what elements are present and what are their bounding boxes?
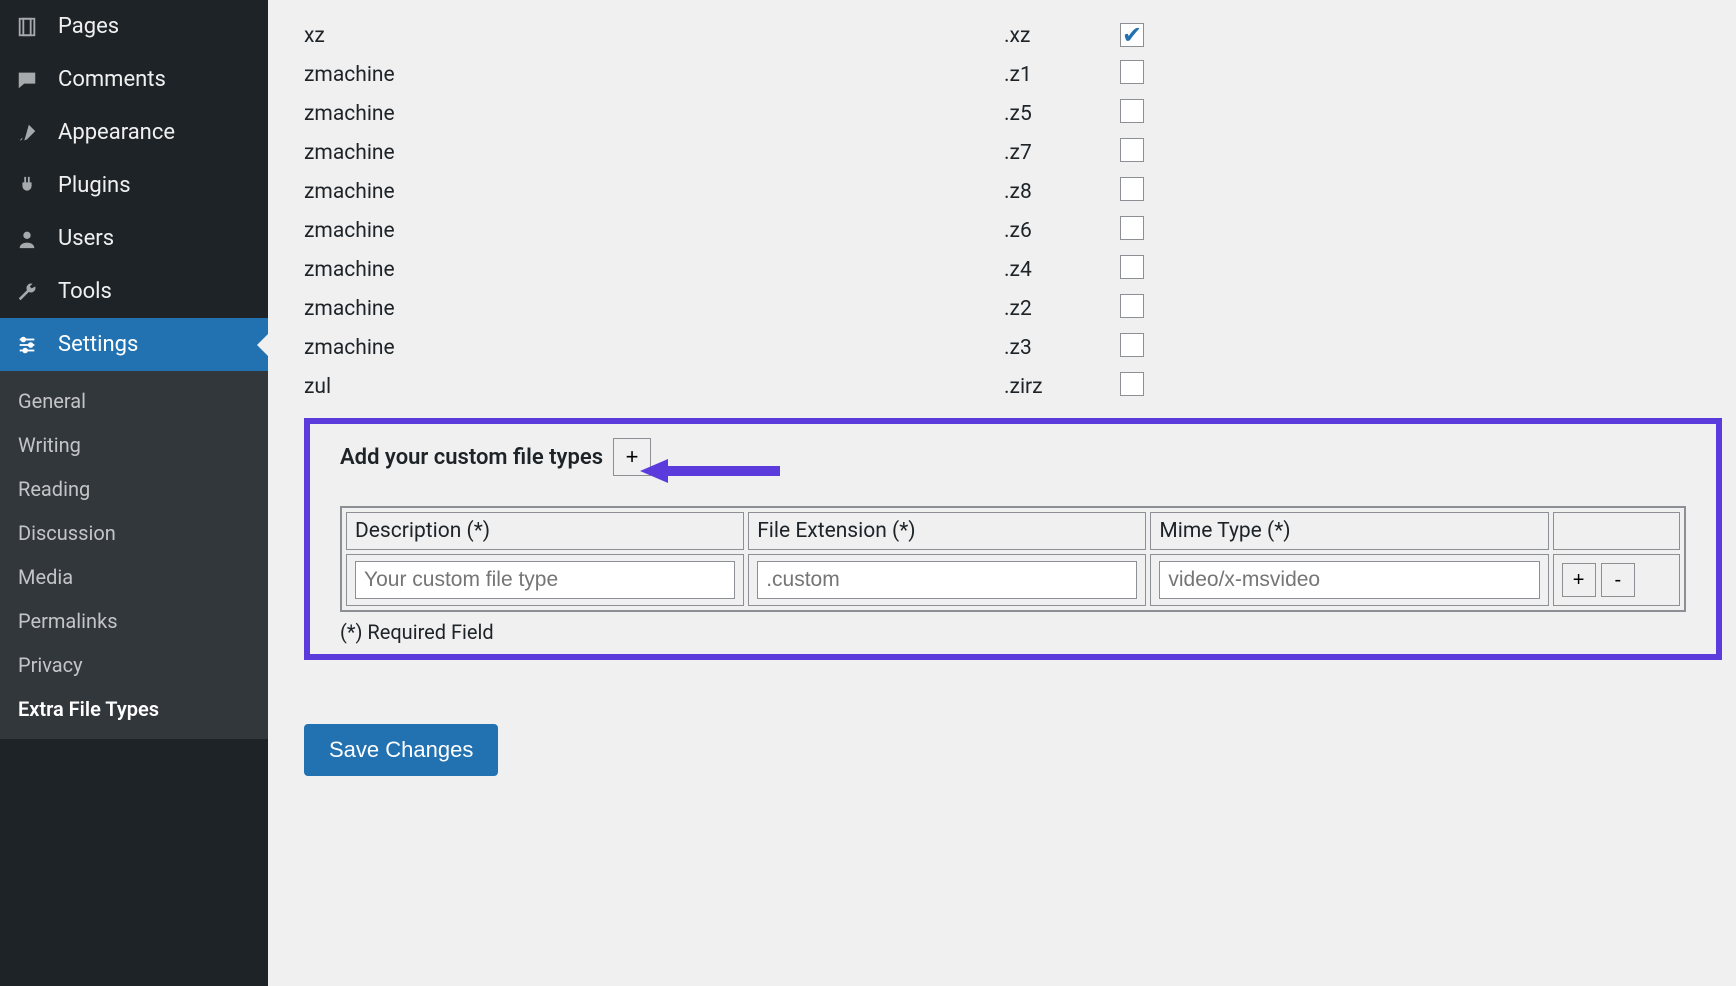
col-actions bbox=[1553, 512, 1680, 550]
sidebar-item-label: Tools bbox=[58, 279, 112, 304]
settings-submenu: GeneralWritingReadingDiscussionMediaPerm… bbox=[0, 371, 268, 739]
user-icon bbox=[16, 228, 46, 250]
sidebar-item-appearance[interactable]: Appearance bbox=[0, 106, 268, 159]
file-type-row: zmachine.z5 bbox=[304, 94, 1736, 133]
file-type-checkbox[interactable] bbox=[1120, 216, 1144, 240]
file-type-checkbox[interactable] bbox=[1120, 333, 1144, 357]
comment-icon bbox=[16, 69, 46, 91]
sidebar-item-label: Plugins bbox=[58, 173, 131, 198]
mime-input[interactable] bbox=[1159, 561, 1539, 599]
file-type-checkbox[interactable] bbox=[1120, 60, 1144, 84]
file-name-label: zmachine bbox=[304, 258, 1004, 282]
sidebar-item-label: Pages bbox=[58, 14, 119, 39]
sidebar-item-tools[interactable]: Tools bbox=[0, 265, 268, 318]
file-type-checkbox[interactable] bbox=[1120, 372, 1144, 396]
custom-file-types-box: Add your custom file types + Description… bbox=[304, 418, 1722, 660]
sliders-icon bbox=[16, 334, 46, 356]
required-field-note: (*) Required Field bbox=[340, 620, 1686, 644]
brush-icon bbox=[16, 122, 46, 144]
save-changes-button[interactable]: Save Changes bbox=[304, 724, 498, 776]
submenu-item-reading[interactable]: Reading bbox=[0, 467, 268, 511]
file-name-label: xz bbox=[304, 24, 1004, 48]
file-type-checkbox[interactable] bbox=[1120, 138, 1144, 162]
file-name-label: zmachine bbox=[304, 180, 1004, 204]
sidebar-item-label: Settings bbox=[58, 332, 138, 357]
submenu-item-permalinks[interactable]: Permalinks bbox=[0, 599, 268, 643]
file-type-row: zmachine.z6 bbox=[304, 211, 1736, 250]
file-ext-label: .z1 bbox=[1004, 63, 1120, 87]
main-content: xz.xz✔zmachine.z1zmachine.z5zmachine.z7z… bbox=[268, 0, 1736, 986]
file-type-checkbox[interactable] bbox=[1120, 255, 1144, 279]
file-name-label: zul bbox=[304, 375, 1004, 399]
file-ext-label: .zirz bbox=[1004, 375, 1120, 399]
custom-title-label: Add your custom file types bbox=[340, 445, 603, 470]
sidebar-item-users[interactable]: Users bbox=[0, 212, 268, 265]
file-type-row: zmachine.z2 bbox=[304, 289, 1736, 328]
sidebar-item-label: Appearance bbox=[58, 120, 175, 145]
file-name-label: zmachine bbox=[304, 297, 1004, 321]
file-ext-label: .z5 bbox=[1004, 102, 1120, 126]
col-extension: File Extension (*) bbox=[748, 512, 1146, 550]
row-remove-button[interactable]: - bbox=[1601, 563, 1635, 597]
row-add-button[interactable]: + bbox=[1562, 563, 1596, 597]
file-type-row: zmachine.z4 bbox=[304, 250, 1736, 289]
file-name-label: zmachine bbox=[304, 63, 1004, 87]
file-type-row: zul.zirz bbox=[304, 367, 1736, 406]
submenu-item-extra-file-types[interactable]: Extra File Types bbox=[0, 687, 268, 731]
file-type-row: zmachine.z3 bbox=[304, 328, 1736, 367]
file-ext-label: .xz bbox=[1004, 24, 1120, 48]
col-mime: Mime Type (*) bbox=[1150, 512, 1548, 550]
file-ext-label: .z3 bbox=[1004, 336, 1120, 360]
col-description: Description (*) bbox=[346, 512, 744, 550]
sidebar-item-comments[interactable]: Comments bbox=[0, 53, 268, 106]
admin-sidebar: Pages Comments Appearance Plugins Users Tools… bbox=[0, 0, 268, 986]
file-ext-label: .z6 bbox=[1004, 219, 1120, 243]
file-type-list: xz.xz✔zmachine.z1zmachine.z5zmachine.z7z… bbox=[304, 0, 1736, 406]
submenu-item-media[interactable]: Media bbox=[0, 555, 268, 599]
sidebar-item-label: Users bbox=[58, 226, 114, 251]
sidebar-item-pages[interactable]: Pages bbox=[0, 0, 268, 53]
submenu-item-privacy[interactable]: Privacy bbox=[0, 643, 268, 687]
submenu-item-discussion[interactable]: Discussion bbox=[0, 511, 268, 555]
file-type-row: xz.xz✔ bbox=[304, 16, 1736, 55]
file-ext-label: .z8 bbox=[1004, 180, 1120, 204]
file-type-row: zmachine.z7 bbox=[304, 133, 1736, 172]
file-type-checkbox[interactable] bbox=[1120, 99, 1144, 123]
submenu-item-general[interactable]: General bbox=[0, 379, 268, 423]
file-type-row: zmachine.z8 bbox=[304, 172, 1736, 211]
page-icon bbox=[16, 16, 46, 38]
custom-type-row: + - bbox=[346, 554, 1680, 606]
wrench-icon bbox=[16, 281, 46, 303]
file-type-row: zmachine.z1 bbox=[304, 55, 1736, 94]
sidebar-item-settings[interactable]: Settings bbox=[0, 318, 268, 371]
custom-file-types-heading: Add your custom file types + bbox=[340, 438, 1686, 476]
file-type-checkbox[interactable] bbox=[1120, 294, 1144, 318]
extension-input[interactable] bbox=[757, 561, 1137, 599]
file-type-checkbox[interactable]: ✔ bbox=[1120, 23, 1144, 47]
sidebar-item-plugins[interactable]: Plugins bbox=[0, 159, 268, 212]
file-name-label: zmachine bbox=[304, 336, 1004, 360]
file-ext-label: .z4 bbox=[1004, 258, 1120, 282]
add-custom-type-button[interactable]: + bbox=[613, 438, 651, 476]
custom-types-table: Description (*) File Extension (*) Mime … bbox=[340, 506, 1686, 612]
plug-icon bbox=[16, 175, 46, 197]
submenu-item-writing[interactable]: Writing bbox=[0, 423, 268, 467]
sidebar-item-label: Comments bbox=[58, 67, 166, 92]
description-input[interactable] bbox=[355, 561, 735, 599]
file-name-label: zmachine bbox=[304, 219, 1004, 243]
file-type-checkbox[interactable] bbox=[1120, 177, 1144, 201]
file-name-label: zmachine bbox=[304, 102, 1004, 126]
file-ext-label: .z7 bbox=[1004, 141, 1120, 165]
file-name-label: zmachine bbox=[304, 141, 1004, 165]
file-ext-label: .z2 bbox=[1004, 297, 1120, 321]
